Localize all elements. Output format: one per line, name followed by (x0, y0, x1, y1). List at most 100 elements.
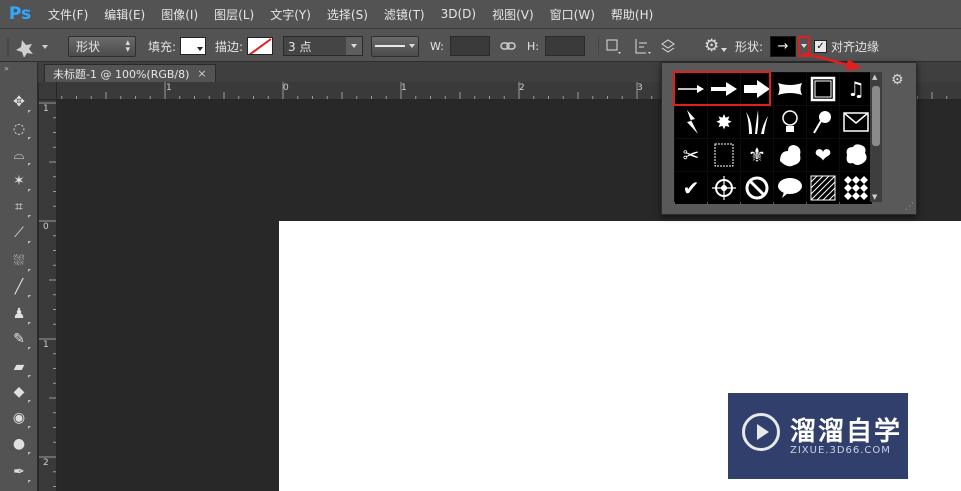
height-input[interactable] (544, 36, 585, 56)
tool-mode-value: 形状 (76, 39, 101, 54)
menu-view[interactable]: 视图(V) (484, 0, 542, 28)
blob-shape[interactable] (840, 139, 872, 171)
width-label: W: (430, 39, 444, 53)
no-sign-shape[interactable] (741, 172, 773, 204)
checkmark-shape[interactable]: ✔ (675, 172, 707, 204)
menu-filter[interactable]: 滤镜(T) (376, 0, 433, 28)
grass-shape[interactable] (741, 106, 773, 138)
dropdown-icon (801, 44, 807, 48)
dropdown-icon (197, 47, 204, 51)
path-alignment-icon (635, 39, 647, 54)
eyedropper-icon[interactable]: ⟋ (7, 221, 31, 245)
menu-file[interactable]: 文件(F) (40, 0, 96, 28)
menu-window[interactable]: 窗口(W) (542, 0, 603, 28)
eraser-tool-icon[interactable]: ▰ (7, 355, 31, 379)
envelope-shape[interactable] (840, 106, 872, 138)
gear-icon[interactable]: ⚙ (704, 36, 719, 56)
close-tab-icon[interactable]: × (197, 67, 206, 80)
watermark-url: ZIXUE.3D66.COM (790, 445, 891, 456)
menu-edit[interactable]: 编辑(E) (96, 0, 153, 28)
lightbulb-shape[interactable] (774, 106, 806, 138)
lightning-shape[interactable] (675, 106, 707, 138)
width-input[interactable] (449, 36, 490, 56)
dropdown-icon (721, 48, 728, 52)
watermark-text: 溜溜自学 (790, 417, 903, 447)
tool-mode-select[interactable]: 形状 ▴ ▾ (68, 35, 136, 57)
dropdown-icon (351, 44, 357, 48)
heart-shape[interactable]: ❤ (807, 139, 839, 171)
stroke-type-select[interactable] (371, 35, 419, 57)
blur-tool-icon[interactable]: ◉ (7, 406, 31, 430)
no-color-slash-icon (248, 38, 272, 54)
clone-stamp-icon[interactable]: ♟ (7, 302, 31, 326)
ruler-origin[interactable] (39, 82, 57, 100)
document-tab-title: 未标题-1 @ 100%(RGB/8) (53, 67, 190, 81)
resize-grip-icon[interactable]: ⋰ (905, 202, 914, 212)
stroke-width-field[interactable]: 3 点 (283, 36, 363, 56)
vertical-ruler[interactable]: 1 0 1 2 (39, 100, 57, 491)
link-icon[interactable] (500, 38, 516, 54)
pushpin-shape[interactable] (807, 106, 839, 138)
arrow-medium-shape[interactable] (708, 73, 740, 105)
grid-pattern-shape[interactable] (807, 172, 839, 204)
dodge-tool-icon[interactable]: ● (7, 432, 31, 456)
speech-bubble-shape[interactable] (774, 172, 806, 204)
lasso-tool-icon[interactable]: ⌓ (7, 143, 31, 167)
menu-type[interactable]: 文字(Y) (262, 0, 319, 28)
marquee-tool-icon[interactable]: ◌ (7, 117, 31, 141)
tools-panel: » ✥ ◌ ⌓ ✶ ⌗ ⟋ ⛆ ╱ ♟ ✎ ▰ ◆ ◉ ● ✒ (0, 62, 38, 491)
arrow-thin-shape[interactable] (675, 73, 707, 105)
ruler-label: 1 (401, 83, 407, 93)
stamp-frame-shape[interactable] (708, 139, 740, 171)
paint-bucket-icon[interactable]: ◆ (7, 380, 31, 404)
picker-settings-gear-icon[interactable]: ⚙ (891, 72, 904, 88)
height-label: H: (527, 39, 539, 53)
picker-scrollbar[interactable]: ▲ ▼ (870, 72, 882, 202)
fill-swatch[interactable] (180, 37, 207, 55)
menu-help[interactable]: 帮助(H) (603, 0, 661, 28)
ruler-label: 1 (43, 340, 49, 350)
shape-grid: ♫ ✸ ✂ ⚜ ❤ ✔ (674, 72, 872, 204)
history-brush-icon[interactable]: ✎ (7, 327, 31, 351)
shape-label: 形状: (735, 39, 764, 54)
fleur-de-lis-shape[interactable]: ⚜ (741, 139, 773, 171)
scroll-up-icon[interactable]: ▲ (872, 73, 877, 81)
photoshop-logo: Ps (8, 4, 32, 24)
move-tool-icon[interactable]: ✥ (7, 90, 31, 114)
banner-shape[interactable] (774, 73, 806, 105)
frame-shape[interactable] (807, 73, 839, 105)
puzzle-leaf-shape[interactable] (774, 139, 806, 171)
ruler-label: 2 (519, 83, 525, 93)
ruler-ticks (39, 102, 56, 487)
stroke-label: 描边: (215, 39, 244, 54)
menu-select[interactable]: 选择(S) (319, 0, 376, 28)
starburst-shape[interactable]: ✸ (708, 106, 740, 138)
music-note-shape[interactable]: ♫ (840, 73, 872, 105)
scroll-down-icon[interactable]: ▼ (872, 193, 877, 201)
arrow-thick-shape[interactable] (741, 73, 773, 105)
menu-3d[interactable]: 3D(D) (433, 0, 484, 28)
scroll-thumb[interactable] (872, 86, 880, 146)
watermark-play-icon (742, 413, 780, 451)
tool-preset-picker[interactable] (4, 29, 48, 63)
panel-collapse-icon[interactable]: » (4, 64, 9, 73)
scissors-shape[interactable]: ✂ (675, 139, 707, 171)
stroke-swatch[interactable] (247, 37, 274, 55)
custom-shape-tool-icon (7, 38, 48, 57)
dropdown-icon (409, 44, 415, 48)
brush-tool-icon[interactable]: ╱ (7, 275, 31, 299)
pen-tool-icon[interactable]: ✒ (7, 460, 31, 484)
magic-wand-icon[interactable]: ✶ (7, 169, 31, 193)
checkerboard-shape[interactable] (840, 172, 872, 204)
document-tab[interactable]: 未标题-1 @ 100%(RGB/8) × (44, 64, 216, 82)
crop-tool-icon[interactable]: ⌗ (7, 195, 31, 219)
current-shape-preview[interactable]: → (770, 35, 796, 57)
menu-image[interactable]: 图像(I) (153, 0, 206, 28)
ruler-label: 1 (43, 104, 49, 114)
stroke-width-dropdown[interactable] (346, 37, 362, 55)
solid-line-icon (375, 45, 405, 47)
menu-layer[interactable]: 图层(L) (206, 0, 262, 28)
ruler-label: 1 (166, 83, 172, 93)
target-shape[interactable] (708, 172, 740, 204)
spot-healing-icon[interactable]: ⛆ (7, 249, 31, 273)
